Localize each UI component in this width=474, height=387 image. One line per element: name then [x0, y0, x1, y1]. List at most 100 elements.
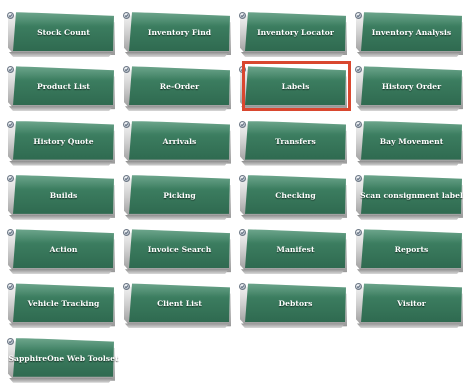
check-badge-icon: [123, 66, 130, 74]
check-badge-icon: [123, 120, 130, 128]
tile-plate-edge: [9, 52, 113, 57]
tile-arrivals[interactable]: Arrivals: [123, 118, 231, 167]
tile-label: History Order: [381, 82, 442, 92]
tile-label: Reports: [394, 245, 429, 255]
tile-label: Product List: [37, 82, 90, 92]
tile-visitor[interactable]: Visitor: [355, 280, 463, 329]
tile-plate-edge: [357, 323, 461, 329]
tile-plate-edge: [9, 269, 113, 275]
tile-plate-edge: [9, 106, 113, 112]
tile-label: Action: [49, 245, 78, 255]
tile-label: Client List: [157, 299, 202, 309]
tile-action[interactable]: Action: [7, 226, 115, 275]
tile-plate-edge: [357, 52, 461, 57]
tile-label: Checking: [275, 190, 316, 200]
tile-reports[interactable]: Reports: [355, 226, 463, 275]
tile-label: Scan consignment label: [360, 190, 463, 200]
tile-sapphireone-web-toolset[interactable]: SapphireOne Web Toolset: [7, 335, 119, 384]
tile-plate-edge: [357, 106, 461, 112]
tile-label: Arrivals: [162, 136, 197, 146]
check-badge-icon: [355, 120, 362, 128]
check-badge-icon: [355, 66, 362, 74]
tile-inventory-locator[interactable]: Inventory Locator: [239, 9, 347, 58]
tile-label: Vehicle Tracking: [27, 299, 100, 309]
check-badge-icon: [7, 337, 14, 345]
tile-label: Inventory Analysis: [371, 28, 452, 37]
tile-label: Invoice Search: [147, 245, 212, 255]
tile-plate-edge: [241, 214, 345, 220]
check-badge-icon: [239, 229, 246, 237]
tile-picking[interactable]: Picking: [123, 172, 231, 221]
tile-plate-edge: [9, 377, 113, 383]
tile-history-quote[interactable]: History Quote: [7, 118, 115, 167]
tile-label: Inventory Locator: [257, 28, 334, 37]
module-grid: Stock Count Inventory Find Inventory Loc…: [7, 9, 471, 384]
tile-checking[interactable]: Checking: [239, 172, 347, 221]
check-badge-icon: [7, 120, 14, 128]
tile-plate-edge: [357, 269, 461, 275]
check-badge-icon: [355, 12, 362, 19]
tile-label: Visitor: [397, 299, 426, 309]
tile-plate-edge: [125, 269, 229, 275]
tile-plate-edge: [125, 160, 229, 166]
tile-label: Stock Count: [37, 28, 90, 37]
tile-label: Bay Movement: [379, 136, 444, 146]
tile-plate-edge: [9, 323, 113, 329]
tile-label: Debtors: [278, 299, 313, 309]
tile-bay-movement[interactable]: Bay Movement: [355, 118, 463, 167]
tile-plate-edge: [125, 323, 229, 329]
check-badge-icon: [123, 12, 130, 19]
tile-label: Transfers: [275, 136, 316, 146]
check-badge-icon: [123, 229, 130, 237]
check-badge-icon: [239, 66, 246, 74]
check-badge-icon: [239, 283, 246, 291]
tile-plate-edge: [357, 160, 461, 166]
tile-scan-consignment-label[interactable]: Scan consignment label: [355, 172, 463, 221]
tile-re-order[interactable]: Re-Order: [123, 63, 231, 112]
check-badge-icon: [7, 66, 14, 74]
tile-labels[interactable]: Labels: [239, 61, 351, 112]
check-badge-icon: [123, 283, 130, 291]
check-badge-icon: [7, 174, 14, 182]
check-badge-icon: [355, 174, 362, 182]
tile-label: Re-Order: [159, 82, 200, 92]
tile-label: History Quote: [33, 136, 94, 146]
tile-plate-edge: [241, 269, 345, 275]
check-badge-icon: [7, 229, 14, 237]
tile-client-list[interactable]: Client List: [123, 280, 231, 329]
check-badge-icon: [355, 283, 362, 291]
tile-plate-edge: [125, 106, 229, 112]
tile-plate-edge: [9, 214, 113, 220]
tile-history-order[interactable]: History Order: [355, 63, 463, 112]
tile-inventory-analysis[interactable]: Inventory Analysis: [355, 9, 463, 58]
tile-manifest[interactable]: Manifest: [239, 226, 347, 275]
tile-invoice-search[interactable]: Invoice Search: [123, 226, 231, 275]
check-badge-icon: [239, 120, 246, 128]
tile-label: SapphireOne Web Toolset: [8, 353, 119, 363]
tile-label: Builds: [49, 190, 78, 200]
tile-plate-edge: [125, 214, 229, 220]
tile-vehicle-tracking[interactable]: Vehicle Tracking: [7, 280, 115, 329]
tile-plate-edge: [357, 214, 461, 220]
check-badge-icon: [239, 174, 246, 182]
tile-label: Picking: [163, 190, 196, 200]
tile-inventory-find[interactable]: Inventory Find: [123, 9, 231, 58]
tile-plate-edge: [125, 52, 229, 57]
tile-builds[interactable]: Builds: [7, 172, 115, 221]
tile-transfers[interactable]: Transfers: [239, 118, 347, 167]
check-badge-icon: [123, 174, 130, 182]
tile-debtors[interactable]: Debtors: [239, 280, 347, 329]
tile-label: Labels: [281, 82, 310, 92]
check-badge-icon: [239, 12, 246, 19]
tile-plate-edge: [9, 160, 113, 166]
check-badge-icon: [7, 12, 14, 19]
tile-stock-count[interactable]: Stock Count: [7, 9, 115, 58]
tile-plate-edge: [241, 52, 345, 57]
tile-plate-edge: [241, 323, 345, 329]
tile-plate-edge: [241, 106, 345, 112]
tile-plate-edge: [241, 160, 345, 166]
tile-product-list[interactable]: Product List: [7, 63, 115, 112]
check-badge-icon: [7, 283, 14, 291]
tile-label: Manifest: [276, 245, 315, 255]
tile-label: Inventory Find: [147, 28, 212, 37]
